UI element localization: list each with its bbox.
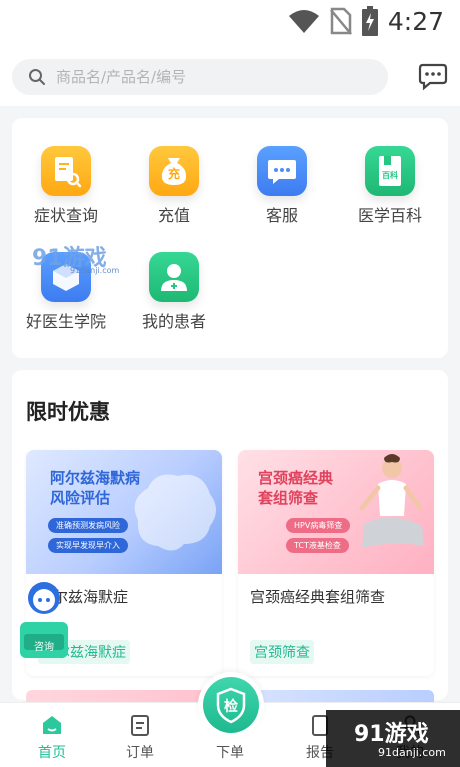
watermark-corner-url: 91danji.com bbox=[378, 746, 446, 759]
feature-pill: 实现早发现早介入 bbox=[48, 538, 128, 553]
menu-label: 症状查询 bbox=[33, 206, 98, 225]
product-name: 宫颈癌经典套组筛查 bbox=[250, 588, 386, 606]
banner-title: 宫颈癌经典 套组筛查 bbox=[258, 468, 333, 508]
recharge-glyph: 充 bbox=[167, 167, 180, 181]
tab-label: 下单 bbox=[216, 745, 244, 761]
yoga-woman-illustration-icon bbox=[359, 454, 424, 548]
test-shield-icon: 检 bbox=[203, 677, 259, 733]
feature-pill: 准确预测发病风险 bbox=[48, 518, 128, 533]
no-sim-icon bbox=[329, 7, 352, 35]
watermark-logo-url: 91danji.com bbox=[70, 266, 120, 275]
menu-item-my-patients[interactable]: 我的患者 bbox=[120, 252, 228, 332]
limited-offer-card: 限时优惠 阿尔兹海默病 风险评估 准确预测发病风险 实现早发现早介入 阿尔兹海默… bbox=[12, 370, 448, 700]
menu-label: 医学百科 bbox=[357, 206, 422, 225]
home-icon bbox=[40, 713, 64, 737]
menu-label: 客服 bbox=[265, 206, 298, 225]
encyclopedia-icon: 百科 bbox=[365, 146, 415, 196]
encyclopedia-glyph: 百科 bbox=[382, 171, 398, 180]
banner-title-line: 套组筛查 bbox=[258, 489, 319, 507]
floating-assistant[interactable]: 咨询 bbox=[16, 578, 72, 664]
assistant-badge: 咨询 bbox=[34, 642, 54, 653]
order-glyph: 检 bbox=[224, 699, 238, 715]
symptom-search-icon bbox=[41, 146, 91, 196]
money-bag-icon: 充 bbox=[149, 146, 199, 196]
search-icon bbox=[29, 69, 45, 85]
menu-item-medical-encyclopedia[interactable]: 百科 医学百科 bbox=[336, 146, 444, 226]
promo-item-cervical[interactable]: 宫颈癌经典 套组筛查 HPV病毒筛查 TCT液基检查 宫颈癌经典套组筛查 宫颈筛… bbox=[238, 450, 434, 676]
section-title: 限时优惠 bbox=[26, 400, 110, 424]
product-tag: 宫颈筛查 bbox=[250, 640, 314, 664]
promo-banner: 阿尔兹海默病 风险评估 准确预测发病风险 实现早发现早介入 bbox=[26, 450, 222, 574]
promo-banner: 宫颈癌经典 套组筛查 HPV病毒筛查 TCT液基检查 bbox=[238, 450, 434, 574]
menu-item-recharge[interactable]: 充 充值 bbox=[120, 146, 228, 226]
banner-title-line: 宫颈癌经典 bbox=[258, 469, 334, 487]
patient-icon bbox=[149, 252, 199, 302]
banner-title-line: 阿尔兹海默病 bbox=[50, 469, 141, 487]
status-bar: 4:27 bbox=[0, 0, 460, 48]
menu-item-customer-service[interactable]: 客服 bbox=[228, 146, 336, 226]
clock-time: 4:27 bbox=[387, 6, 444, 36]
place-order-button[interactable]: 检 bbox=[198, 672, 264, 738]
watermark-logo: 91游戏 91danji.com bbox=[30, 238, 130, 278]
menu-item-symptom-query[interactable]: 症状查询 bbox=[12, 146, 120, 226]
menu-label: 好医生学院 bbox=[25, 312, 106, 331]
chat-bubble-icon[interactable] bbox=[418, 63, 448, 91]
feature-pill: HPV病毒筛查 bbox=[286, 518, 351, 533]
menu-label: 充值 bbox=[157, 206, 190, 225]
menu-label: 我的患者 bbox=[141, 312, 206, 331]
watermark-corner-text: 91游戏 bbox=[354, 722, 429, 747]
clipboard-icon bbox=[128, 713, 152, 737]
promo-next-peek bbox=[26, 690, 222, 702]
battery-charging-icon bbox=[361, 6, 378, 36]
tab-orders[interactable]: 订单 bbox=[94, 703, 186, 767]
promo-next-peek bbox=[238, 690, 434, 702]
tab-label: 首页 bbox=[38, 745, 66, 761]
corner-watermark: 91游戏 91danji.com bbox=[326, 710, 460, 767]
feature-pill: TCT液基检查 bbox=[286, 538, 349, 553]
banner-title: 阿尔兹海默病 风险评估 bbox=[50, 468, 140, 508]
banner-title-line: 风险评估 bbox=[50, 489, 111, 507]
tab-home[interactable]: 首页 bbox=[6, 703, 98, 767]
tab-label: 订单 bbox=[126, 745, 154, 761]
search-row bbox=[0, 48, 460, 106]
customer-service-icon bbox=[257, 146, 307, 196]
search-input[interactable] bbox=[56, 68, 356, 86]
wifi-icon bbox=[288, 10, 319, 33]
search-bar[interactable] bbox=[12, 59, 388, 95]
